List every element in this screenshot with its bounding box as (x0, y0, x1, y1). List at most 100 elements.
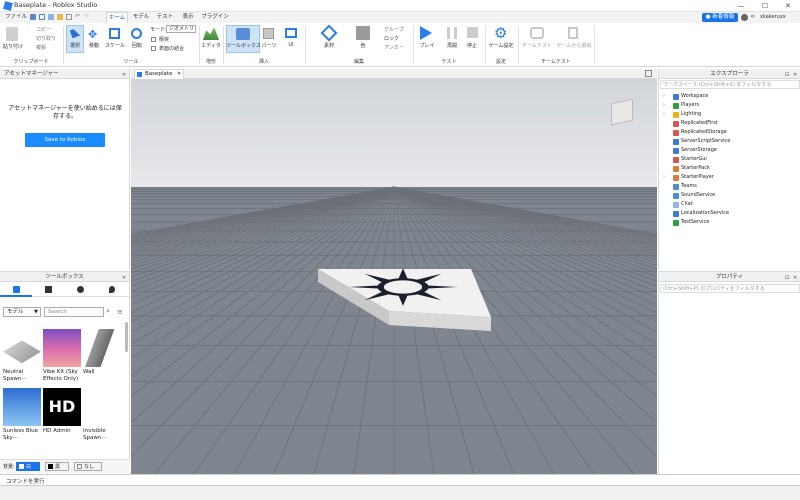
select-label[interactable]: 選択 (66, 42, 84, 49)
move-label[interactable]: 移動 (85, 42, 103, 49)
rotate-label[interactable]: 回転 (127, 42, 147, 49)
gear-icon[interactable]: ⚙ (494, 25, 507, 41)
scale-icon[interactable] (109, 28, 120, 39)
exit-game-icon[interactable] (568, 27, 578, 39)
chevron-right-icon[interactable]: › (663, 92, 665, 101)
explorer-item-lighting[interactable]: › Lighting (659, 110, 800, 119)
bg-black-option[interactable]: 黒 (45, 462, 69, 471)
toolbox-item[interactable]: Wall (83, 329, 121, 376)
properties-filter-input[interactable]: (Ctrl+Shift+P) のプロパティをフィルタする (660, 284, 800, 293)
news-button[interactable]: ● 新着情報 (702, 13, 738, 22)
toolbox-item[interactable]: Sunless Blue Sky··· (3, 388, 41, 442)
undo-icon[interactable]: ↶ (75, 14, 81, 20)
pin-icon[interactable]: ⊡ (785, 273, 789, 283)
stop-label[interactable]: 停止 (462, 42, 482, 49)
close-button[interactable]: ✕ (779, 0, 797, 12)
chevron-right-icon[interactable]: › (663, 110, 665, 119)
username[interactable]: xkakeruxx (760, 14, 786, 20)
scrollbar[interactable] (125, 322, 128, 352)
explorer-item-starterplayer[interactable]: › StarterPlayer (659, 173, 800, 182)
explorer-filter-input[interactable]: ワークスペース (Ctrl+Shift+X) をフィルタする (660, 80, 800, 89)
color-label[interactable]: 色 (353, 42, 373, 49)
command-bar[interactable]: コマンドを実行 (0, 474, 800, 486)
resume-label[interactable]: 再開 (442, 42, 462, 49)
toolbox-item[interactable]: Invisible Spawn··· (83, 388, 121, 442)
explorer-item-testservice[interactable]: TestService (659, 218, 800, 227)
redo-icon[interactable]: ↷ (84, 14, 90, 20)
folder-icon[interactable] (57, 14, 63, 20)
maximize-button[interactable]: ☐ (756, 0, 774, 12)
copy-icon[interactable] (66, 14, 72, 20)
restore-icon[interactable] (645, 70, 652, 77)
view-cube-icon[interactable] (611, 98, 633, 126)
tab-creations[interactable] (96, 283, 128, 297)
explorer-item-workspace[interactable]: › Workspace (659, 92, 800, 101)
close-icon[interactable]: ✕ (122, 273, 126, 283)
toolbox-item[interactable]: Vibe Kit (Sky Effects Only) (43, 329, 81, 383)
explorer-item-players[interactable]: › Players (659, 101, 800, 110)
scale-label[interactable]: スケール (104, 42, 126, 49)
explorer-item-starterpack[interactable]: StarterPack (659, 164, 800, 173)
play-label[interactable]: プレイ (416, 42, 438, 49)
play-icon[interactable] (420, 26, 432, 40)
pin-icon[interactable]: ⊡ (785, 70, 789, 80)
menu-model[interactable]: モデル (130, 12, 152, 23)
terrain-editor-label[interactable]: エディタ (200, 42, 222, 49)
exit-game-label[interactable]: ゲームから退出 (556, 42, 592, 49)
material-label[interactable]: 素材 (319, 42, 339, 49)
ui-icon[interactable] (285, 28, 297, 38)
game-settings-label[interactable]: ゲーム設定 (486, 42, 516, 49)
paste-icon[interactable] (6, 27, 18, 41)
bg-white-option[interactable]: 白 (16, 462, 40, 471)
toolbox-item[interactable]: Neutral Spawn··· (3, 329, 41, 383)
tab-inventory[interactable] (32, 283, 64, 297)
menu-test[interactable]: テスト (154, 12, 176, 23)
explorer-item-startergui[interactable]: StarterGui (659, 155, 800, 164)
toolbox-label[interactable]: ツールボックス (226, 42, 261, 49)
close-icon[interactable]: ✕ (177, 70, 181, 79)
join-surfaces-checkbox[interactable] (151, 46, 156, 51)
material-icon[interactable] (320, 24, 338, 42)
explorer-item-chat[interactable]: Chat (659, 200, 800, 209)
save-icon[interactable] (30, 14, 36, 20)
ui-label[interactable]: UI (283, 42, 299, 48)
toolbox-item[interactable]: HD HD Admin (43, 388, 81, 435)
close-icon[interactable]: ✕ (122, 70, 126, 80)
duplicate-button[interactable]: 複製 (36, 44, 46, 51)
explorer-item-soundservice[interactable]: SoundService (659, 191, 800, 200)
publish-icon[interactable] (48, 14, 54, 20)
cut-button[interactable]: 切り取り (36, 35, 56, 42)
team-test-label[interactable]: チームテスト (520, 42, 554, 49)
resume-icon[interactable] (447, 27, 457, 39)
user-icon[interactable] (741, 14, 748, 21)
group-button[interactable]: グループ (384, 26, 404, 33)
stop-icon[interactable] (467, 27, 478, 38)
tab-recent[interactable] (64, 283, 96, 297)
explorer-item-replicatedfirst[interactable]: ReplicatedFirst (659, 119, 800, 128)
share-icon[interactable]: ⋖ (750, 13, 755, 20)
anchor-button[interactable]: アンカー (384, 44, 404, 51)
explorer-item-serverscriptservice[interactable]: ServerScriptService (659, 137, 800, 146)
explorer-item-teams[interactable]: Teams (659, 182, 800, 191)
tab-marketplace[interactable] (0, 283, 32, 297)
tab-baseplate[interactable]: Baseplate ✕ (134, 69, 184, 79)
close-icon[interactable]: ✕ (793, 70, 797, 80)
rotate-icon[interactable] (131, 28, 142, 39)
menu-view[interactable]: 表示 (178, 12, 198, 23)
mode-dropdown[interactable]: ジオメトリ (166, 25, 196, 33)
menu-home[interactable]: ホーム (106, 12, 128, 23)
menu-file[interactable]: ファイル (4, 12, 28, 23)
save-to-roblox-button[interactable]: Save to Roblox (25, 133, 105, 147)
viewport-3d[interactable] (131, 79, 657, 474)
save-as-icon[interactable] (39, 14, 45, 20)
chevron-right-icon[interactable]: › (663, 101, 665, 110)
team-test-icon[interactable] (530, 27, 544, 39)
menu-plugins[interactable]: プラグイン (200, 12, 230, 23)
explorer-item-replicatedstorage[interactable]: ReplicatedStorage (659, 128, 800, 137)
collisions-checkbox[interactable] (151, 37, 156, 42)
move-icon[interactable]: ✥ (88, 28, 97, 41)
copy-button[interactable]: コピー (36, 26, 51, 33)
part-label[interactable]: パーツ (259, 42, 279, 49)
part-icon[interactable] (263, 28, 274, 39)
search-icon[interactable]: ⌕ (106, 307, 114, 317)
